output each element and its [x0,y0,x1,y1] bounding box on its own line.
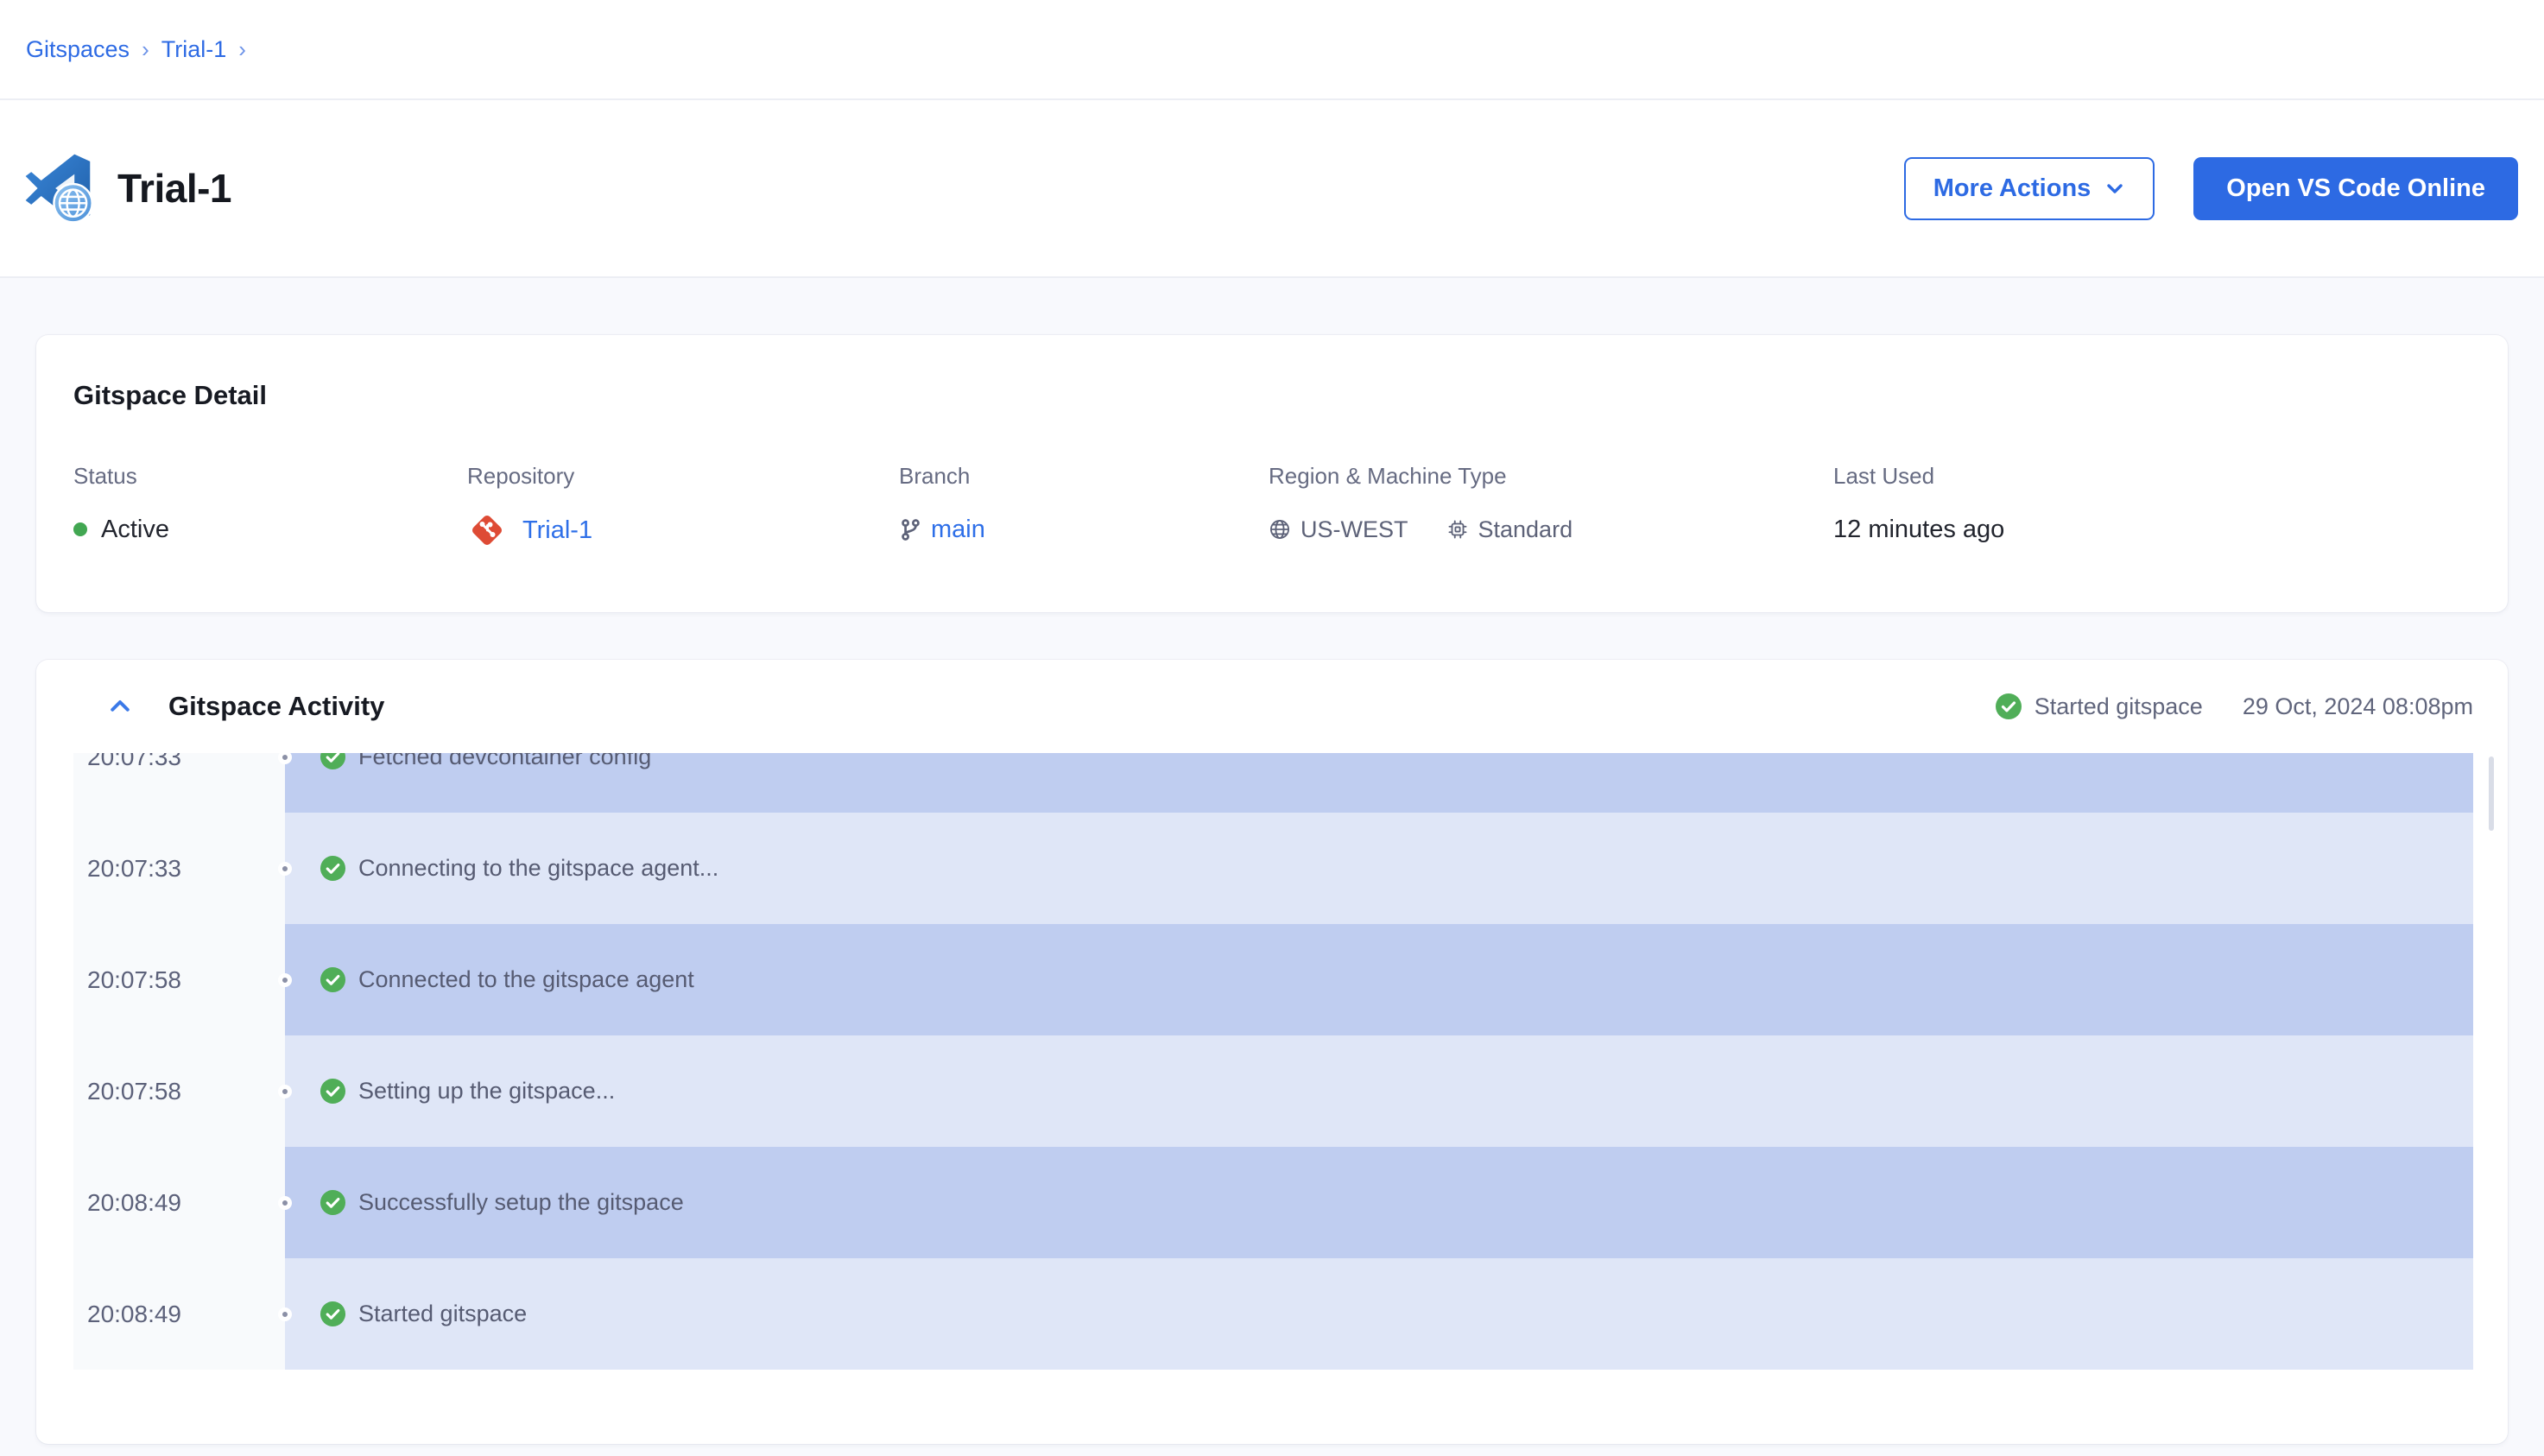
activity-log-row: 20:07:58 Connected to the gitspace agent [73,924,2473,1035]
status-active-dot-icon [73,522,87,536]
branch-field: Branch main [899,463,1269,550]
branch-label: Branch [899,463,1269,490]
gitspace-activity-card: Gitspace Activity Started gitspace 29 Oc… [36,660,2508,1444]
last-used-field: Last Used 12 minutes ago [1833,463,2471,550]
log-event-text: Connecting to the gitspace agent... [358,855,718,882]
log-event-time: 20:07:58 [73,1035,285,1147]
more-actions-button[interactable]: More Actions [1904,157,2155,220]
timeline-dot-icon [278,1307,292,1321]
check-circle-icon [320,855,346,882]
activity-timestamp: 29 Oct, 2024 08:08pm [2243,693,2473,720]
last-used-label: Last Used [1833,463,2471,490]
log-event-text: Started gitspace [358,1301,527,1327]
activity-log[interactable]: 20:07:33 Fetched devcontainer config 20:… [73,753,2473,1370]
gitspace-detail-grid: Status Active Repository [73,463,2471,550]
check-circle-icon [320,966,346,993]
activity-log-row: 20:07:33 Connecting to the gitspace agen… [73,813,2473,924]
log-event-time: 20:08:49 [73,1258,285,1370]
activity-log-row: 20:08:49 Successfully setup the gitspace [73,1147,2473,1258]
breadcrumb-separator-icon: › [142,36,149,63]
region-machine-field: Region & Machine Type US-WE [1269,463,1833,550]
gitspace-detail-card: Gitspace Detail Status Active Repository [36,335,2508,612]
status-label: Status [73,463,467,490]
log-event-text: Connected to the gitspace agent [358,966,694,993]
more-actions-label: More Actions [1933,174,2092,203]
log-rows: 20:07:33 Fetched devcontainer config 20:… [73,753,2473,1370]
breadcrumb-gitspaces-link[interactable]: Gitspaces [26,36,130,63]
check-circle-icon [320,1189,346,1216]
page-header: Trial-1 More Actions Open VS Code Online [0,100,2544,278]
log-event-text: Successfully setup the gitspace [358,1189,684,1216]
activity-scrollbar[interactable] [2489,756,2494,831]
page-title: Trial-1 [117,165,231,212]
activity-header: Gitspace Activity Started gitspace 29 Oc… [36,660,2508,753]
check-circle-icon [320,1078,346,1105]
vscode-online-icon [24,153,95,224]
repository-link[interactable]: Trial-1 [522,516,592,545]
breadcrumb-separator-icon: › [238,36,246,63]
region-value: US-WEST [1300,516,1408,543]
log-event-time: 20:07:33 [73,813,285,924]
timeline-dot-icon [278,973,292,987]
log-event-text: Setting up the gitspace... [358,1078,615,1105]
log-event-text: Fetched devcontainer config [358,753,651,770]
repository-field: Repository [467,463,899,550]
activity-log-row: 20:07:58 Setting up the gitspace... [73,1035,2473,1147]
header-actions: More Actions Open VS Code Online [1904,157,2518,220]
status-value: Active [101,516,169,544]
chevron-up-icon [107,693,133,719]
timeline-dot-icon [278,862,292,876]
status-field: Status Active [73,463,467,550]
git-branch-icon [899,518,922,541]
check-circle-icon [320,753,346,770]
git-repository-icon [467,510,507,550]
log-event-time: 20:07:58 [73,924,285,1035]
machine-chip-icon [1446,518,1469,541]
chevron-down-icon [2104,178,2125,199]
branch-link[interactable]: main [931,516,985,544]
breadcrumb: Gitspaces › Trial-1 › [26,36,258,63]
activity-status-text: Started gitspace [2035,693,2203,720]
main-content: Gitspace Detail Status Active Repository [0,278,2544,1444]
gitspace-detail-title: Gitspace Detail [73,380,2471,411]
repository-label: Repository [467,463,899,490]
machine-type-value: Standard [1478,516,1573,543]
activity-log-row: 20:08:49 Started gitspace [73,1258,2473,1370]
breadcrumb-bar: Gitspaces › Trial-1 › [0,0,2544,100]
collapse-activity-button[interactable] [101,687,139,725]
check-circle-icon [1995,693,2022,720]
timeline-dot-icon [278,1085,292,1098]
open-vscode-online-button[interactable]: Open VS Code Online [2193,157,2518,220]
log-event-time: 20:08:49 [73,1147,285,1258]
activity-title: Gitspace Activity [168,691,384,722]
check-circle-icon [320,1301,346,1327]
activity-status-badge: Started gitspace [1995,693,2203,720]
log-event-time: 20:07:33 [73,753,285,813]
last-used-value: 12 minutes ago [1833,516,2004,544]
globe-icon [1269,518,1291,541]
timeline-dot-icon [278,1196,292,1210]
region-machine-label: Region & Machine Type [1269,463,1833,490]
activity-log-row: 20:07:33 Fetched devcontainer config [73,753,2473,813]
breadcrumb-trial1-link[interactable]: Trial-1 [161,36,227,63]
